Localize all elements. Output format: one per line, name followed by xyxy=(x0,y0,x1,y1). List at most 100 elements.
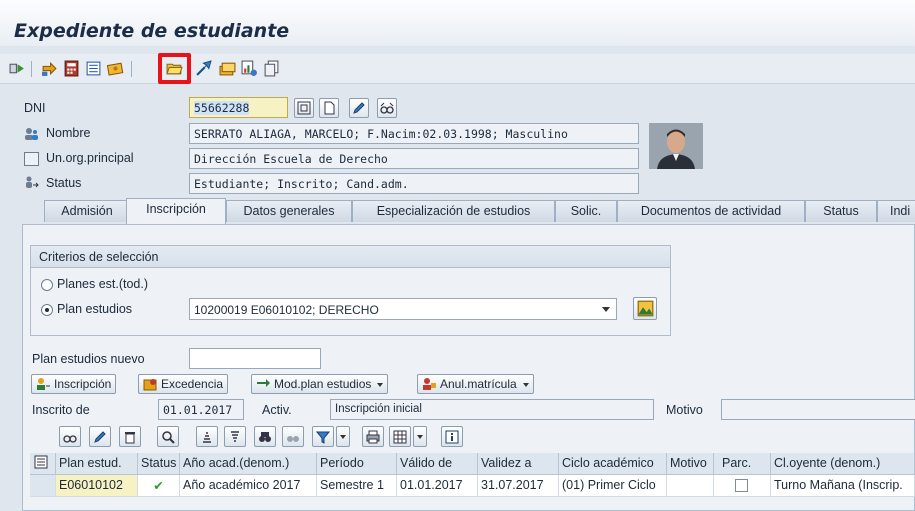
chevron-down-icon xyxy=(340,434,346,439)
map-button[interactable] xyxy=(633,297,657,320)
details-button[interactable] xyxy=(59,426,81,447)
glasses-icon xyxy=(63,434,77,443)
motivo-field xyxy=(721,399,915,420)
money-icon[interactable] xyxy=(106,59,125,78)
filter-icon xyxy=(316,431,330,444)
col-status[interactable]: Status xyxy=(138,453,180,475)
dni-field[interactable]: 55662288 xyxy=(189,97,288,118)
swap-arrows-icon xyxy=(257,379,270,387)
col-valido-de[interactable]: Válido de xyxy=(397,453,478,475)
inscripcion-button-label: Inscripción xyxy=(54,377,112,391)
col-motivo[interactable]: Motivo xyxy=(667,453,714,475)
parcial-checkbox[interactable] xyxy=(735,479,748,492)
person-group-icon xyxy=(25,128,38,140)
delete-button[interactable] xyxy=(119,426,141,447)
col-ciclo[interactable]: Ciclo académico xyxy=(559,453,667,475)
tab-solic[interactable]: Solic. xyxy=(555,200,617,222)
tab-datos-generales[interactable]: Datos generales xyxy=(226,200,352,222)
sort-ascending-icon xyxy=(203,431,211,443)
col-parc[interactable]: Parc. xyxy=(714,453,771,475)
new-plan-input[interactable] xyxy=(189,348,321,369)
cell-parc xyxy=(714,475,771,497)
tab-documentos[interactable]: Documentos de actividad xyxy=(617,200,805,222)
col-clase[interactable]: Cl.oyente (denom.) xyxy=(771,453,915,475)
col-periodo[interactable]: Período xyxy=(317,453,397,475)
sort-descending-icon xyxy=(231,430,239,442)
activ-field: Inscripción inicial xyxy=(330,399,654,420)
inscrito-label: Inscrito de xyxy=(32,403,90,417)
radio-all-plans[interactable] xyxy=(41,279,53,291)
glasses-icon xyxy=(380,102,394,114)
edit-row-button[interactable] xyxy=(89,426,111,447)
find-button[interactable] xyxy=(254,426,276,447)
edit-button[interactable] xyxy=(349,98,369,118)
window-title: Expediente de estudiante xyxy=(14,20,290,42)
new-document-button[interactable] xyxy=(319,98,339,118)
report-chart-icon[interactable] xyxy=(240,59,259,78)
sort-desc-button[interactable] xyxy=(224,426,246,447)
copy-pages-icon[interactable] xyxy=(262,59,281,78)
col-validez-a[interactable]: Validez a xyxy=(478,453,559,475)
binoculars-icon xyxy=(259,431,271,442)
dni-label: DNI xyxy=(24,101,46,115)
printer-icon xyxy=(366,430,380,443)
layout-button[interactable] xyxy=(389,426,411,447)
display-button[interactable] xyxy=(377,98,397,118)
col-plan[interactable]: Plan estud. xyxy=(56,453,138,475)
cell-plan[interactable]: E06010102 xyxy=(56,475,138,497)
sap-window: Expediente de estudiante DNI 55662288 No… xyxy=(0,0,915,511)
document-list-icon[interactable] xyxy=(84,59,103,78)
tab-strip: Admisión Inscripción Datos generales Esp… xyxy=(0,198,915,224)
info-button[interactable] xyxy=(441,426,463,447)
org-unit-icon xyxy=(24,152,39,166)
excedencia-button[interactable]: Excedencia xyxy=(138,374,229,394)
tab-admision[interactable]: Admisión xyxy=(44,200,130,222)
transfer-arrow-icon[interactable] xyxy=(40,59,59,78)
cell-validez-a: 31.07.2017 xyxy=(478,475,559,497)
cancel-enroll-icon xyxy=(423,378,436,390)
new-plan-label: Plan estudios nuevo xyxy=(32,352,145,366)
plan-estudios-value: 10200019 E06010102; DERECHO xyxy=(194,303,379,317)
student-photo xyxy=(649,123,703,169)
diagonal-arrow-icon[interactable] xyxy=(194,59,213,78)
filter-button[interactable] xyxy=(312,426,334,447)
nombre-label: Nombre xyxy=(46,126,91,140)
calculator-icon[interactable] xyxy=(62,59,81,78)
sort-asc-button[interactable] xyxy=(196,426,218,447)
tab-status[interactable]: Status xyxy=(805,200,877,222)
overview-button[interactable] xyxy=(294,98,314,118)
tab-especializacion[interactable]: Especialización de estudios xyxy=(352,200,555,222)
status-label: Status xyxy=(46,176,82,190)
cell-ciclo: (01) Primer Ciclo xyxy=(559,475,667,497)
col-anio[interactable]: Año acad.(denom.) xyxy=(180,453,317,475)
forward-arrow-icon[interactable] xyxy=(8,59,27,78)
enroll-icon xyxy=(37,378,50,390)
layout-menu-button[interactable] xyxy=(413,426,427,447)
row-selector[interactable] xyxy=(30,475,56,497)
plan-estudios-select[interactable]: 10200019 E06010102; DERECHO xyxy=(189,298,617,320)
find-next-button[interactable] xyxy=(282,426,304,447)
magnifier-icon xyxy=(162,430,175,444)
tab-indi[interactable]: Indi xyxy=(877,200,915,222)
info-icon xyxy=(445,430,459,443)
inscripcion-button[interactable]: Inscripción xyxy=(31,374,117,394)
radio-plan-estudios[interactable] xyxy=(41,304,53,316)
anul-matricula-button[interactable]: Anul.matrícula xyxy=(417,374,534,394)
filter-menu-button[interactable] xyxy=(336,426,350,447)
zoom-button[interactable] xyxy=(157,426,179,447)
select-all-header[interactable] xyxy=(30,453,56,475)
mod-plan-button[interactable]: Mod.plan estudios xyxy=(251,374,389,394)
motivo-label: Motivo xyxy=(666,403,703,417)
radio-plan-estudios-label: Plan estudios xyxy=(57,302,133,316)
overview-icon xyxy=(297,101,311,115)
highlight-box xyxy=(158,53,191,84)
dropdown-arrow-icon xyxy=(602,307,610,312)
money-stack-icon[interactable] xyxy=(218,59,237,78)
excedencia-button-label: Excedencia xyxy=(161,377,224,391)
tab-inscripcion[interactable]: Inscripción xyxy=(126,198,226,224)
status-field: Estudiante; Inscrito; Cand.adm. xyxy=(189,173,639,194)
plan-table: Plan estud. Status Año acad.(denom.) Per… xyxy=(30,453,915,497)
unorg-field: Dirección Escuela de Derecho xyxy=(189,148,639,169)
print-button[interactable] xyxy=(362,426,384,447)
binoculars-next-icon xyxy=(287,435,299,442)
